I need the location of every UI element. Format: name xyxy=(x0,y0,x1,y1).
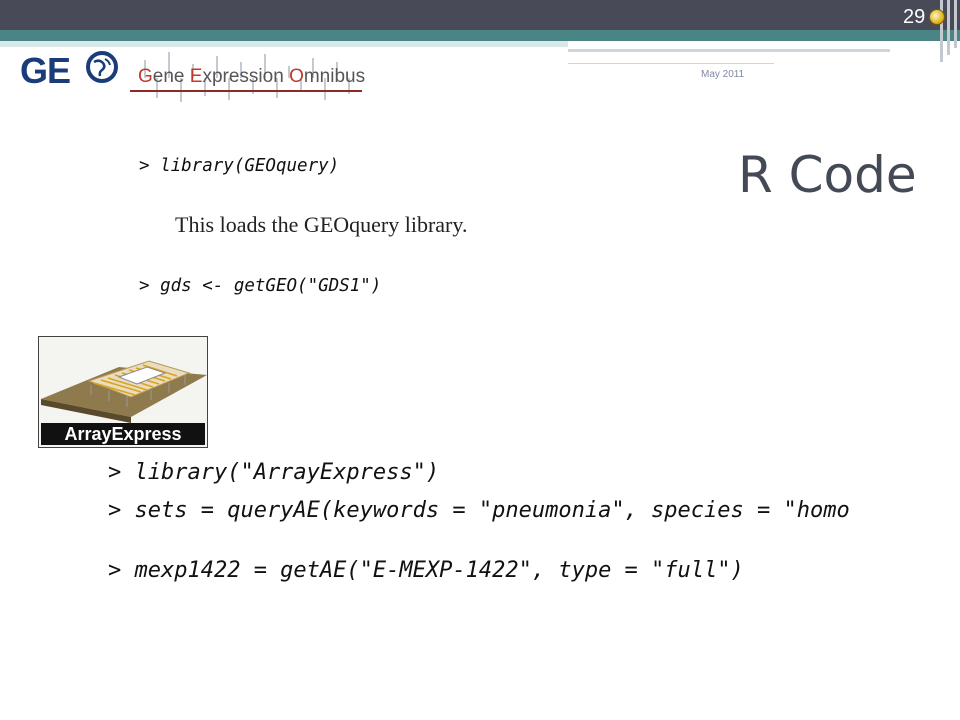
decorative-line xyxy=(947,0,950,55)
page-number: 29 xyxy=(903,6,926,28)
globe-icon xyxy=(86,51,118,83)
slide-title: R Code xyxy=(738,146,917,204)
arrayexpress-logo-label: ArrayExpress xyxy=(41,423,205,445)
code-line-queryae: > sets = queryAE(keywords = "pneumonia",… xyxy=(108,498,850,523)
header-accent-bar xyxy=(0,30,960,41)
geo-logo: GE Gene Expression Omnibus xyxy=(20,46,365,106)
header-divider-thin xyxy=(568,63,774,64)
code-line-getae: > mexp1422 = getAE("E-MEXP-1422", type =… xyxy=(108,558,744,583)
decorative-line xyxy=(954,0,957,48)
bullet-dot-icon xyxy=(929,9,945,25)
geo-logo-subtitle: Gene Expression Omnibus xyxy=(138,66,366,87)
geo-logo-underline xyxy=(130,90,362,92)
arrayexpress-logo: ArrayExpress xyxy=(38,336,208,448)
code-caption: This loads the GEOquery library. xyxy=(175,212,468,237)
code-line-library-geoquery: > library(GEOquery) xyxy=(139,156,340,176)
header-divider xyxy=(568,49,890,52)
slide-date: May 2011 xyxy=(701,69,745,80)
code-line-library-arrayexpress: > library("ArrayExpress") xyxy=(108,460,440,485)
code-line-getgeo: > gds <- getGEO("GDS1") xyxy=(139,276,382,296)
header-bar xyxy=(0,0,960,30)
geo-logo-text: GE xyxy=(20,50,71,91)
microarray-chip-icon xyxy=(41,360,207,423)
